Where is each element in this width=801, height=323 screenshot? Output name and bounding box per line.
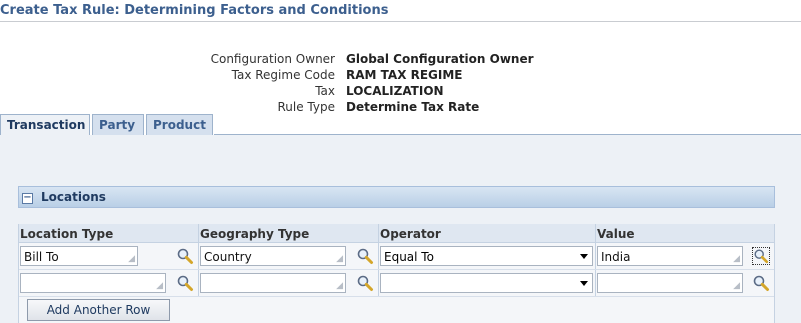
field-value: India (601, 250, 631, 264)
table-row: ◢ ◢ ◢ (19, 270, 774, 297)
info-row-tax: Tax LOCALIZATION (0, 84, 801, 100)
info-label: Configuration Owner (210, 52, 335, 66)
column-header-operator: Operator (380, 227, 441, 241)
chevron-down-icon (580, 281, 588, 286)
column-header-geography-type: Geography Type (200, 227, 310, 241)
section-title: Locations (41, 190, 106, 204)
rule-info: Configuration Owner Global Configuration… (0, 52, 801, 116)
search-icon[interactable] (752, 274, 770, 292)
info-row-tax-regime-code: Tax Regime Code RAM TAX REGIME (0, 68, 801, 84)
title-divider (0, 21, 801, 22)
select-value: Equal To (384, 250, 434, 264)
info-value: LOCALIZATION (346, 84, 444, 98)
info-row-configuration-owner: Configuration Owner Global Configuration… (0, 52, 801, 68)
page-title: Create Tax Rule: Determining Factors and… (0, 3, 389, 18)
geography-type-input[interactable]: Country ◢ (200, 246, 346, 266)
resize-grip-icon: ◢ (336, 281, 343, 291)
field-value: Bill To (24, 250, 59, 264)
location-type-input[interactable]: ◢ (20, 273, 166, 293)
resize-grip-icon: ◢ (733, 254, 740, 264)
locations-section-header[interactable]: − Locations (18, 186, 775, 208)
info-label: Tax (315, 84, 335, 98)
info-value: Global Configuration Owner (346, 52, 534, 66)
resize-grip-icon: ◢ (128, 254, 135, 264)
location-type-input[interactable]: Bill To ◢ (20, 246, 138, 266)
search-icon[interactable] (356, 247, 374, 265)
table-header: Location Type Geography Type Operator Va… (19, 224, 774, 243)
tab-party[interactable]: Party (92, 114, 144, 135)
search-icon[interactable] (176, 274, 194, 292)
tab-content: − Locations Location Type Geography Type… (0, 135, 801, 323)
tab-product[interactable]: Product (146, 114, 213, 135)
info-label: Tax Regime Code (231, 68, 335, 82)
operator-select[interactable] (380, 273, 593, 293)
page: Create Tax Rule: Determining Factors and… (0, 0, 801, 323)
operator-select[interactable]: Equal To (380, 246, 593, 266)
column-header-location-type: Location Type (20, 227, 114, 241)
minus-box-icon[interactable]: − (22, 193, 33, 204)
info-value: Determine Tax Rate (346, 100, 480, 114)
value-input[interactable]: ◢ (597, 273, 743, 293)
search-icon[interactable] (356, 274, 374, 292)
search-icon[interactable] (752, 247, 770, 265)
table-row: Bill To ◢ Country ◢ Equal To India ◢ (19, 243, 774, 270)
tab-transaction[interactable]: Transaction (0, 114, 90, 136)
column-header-value: Value (597, 227, 635, 241)
value-input[interactable]: India ◢ (597, 246, 743, 266)
add-another-row-button[interactable]: Add Another Row (27, 299, 170, 321)
geography-type-input[interactable]: ◢ (200, 273, 346, 293)
field-value: Country (204, 250, 252, 264)
resize-grip-icon: ◢ (156, 281, 163, 291)
search-icon[interactable] (176, 247, 194, 265)
chevron-down-icon (580, 254, 588, 259)
info-value: RAM TAX REGIME (346, 68, 463, 82)
resize-grip-icon: ◢ (733, 281, 740, 291)
resize-grip-icon: ◢ (336, 254, 343, 264)
info-label: Rule Type (277, 100, 336, 114)
